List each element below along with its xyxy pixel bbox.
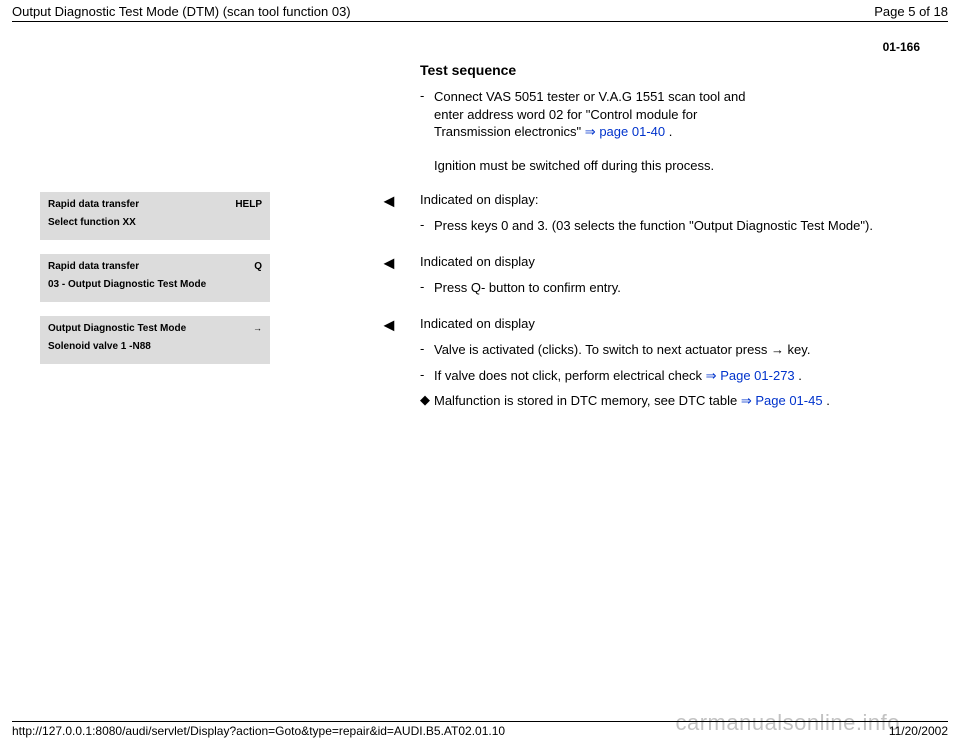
content-area: Test sequence - Connect VAS 5051 tester … <box>0 62 960 410</box>
display3-line1-left: Output Diagnostic Test Mode <box>48 322 186 336</box>
display1-line2: Select function XX <box>48 216 262 230</box>
b3-1-after: key. <box>784 342 811 357</box>
scan-tool-display-1: Rapid data transfer HELP Select function… <box>40 192 270 240</box>
block1-heading: Indicated on display: <box>420 192 920 207</box>
bullet-dash: - <box>420 88 434 141</box>
link-arrow-icon: ⇒ <box>585 124 596 139</box>
arrow-right-icon: → <box>253 322 262 336</box>
header-title: Output Diagnostic Test Mode (DTM) (scan … <box>12 4 351 19</box>
display2-line1-right: Q <box>254 260 262 274</box>
footer-date: 11/20/2002 <box>889 724 948 738</box>
block2-text: Press Q- button to confirm entry. <box>434 279 920 297</box>
step-connect: - Connect VAS 5051 tester or V.A.G 1551 … <box>420 88 760 141</box>
bullet-dash: - <box>420 217 434 235</box>
link-page-01-273[interactable]: Page 01-273 <box>720 368 794 383</box>
link-arrow-icon: ⇒ <box>741 393 752 408</box>
scan-tool-display-3: Output Diagnostic Test Mode → Solenoid v… <box>40 316 270 364</box>
b3-2-before: If valve does not click, perform electri… <box>434 368 706 383</box>
display1-line1-left: Rapid data transfer <box>48 198 139 212</box>
display2-line1-left: Rapid data transfer <box>48 260 139 274</box>
block3-heading: Indicated on display <box>420 316 920 331</box>
bullet-dash: - <box>420 279 434 297</box>
page-header: Output Diagnostic Test Mode (DTM) (scan … <box>0 0 960 21</box>
block2-heading: Indicated on display <box>420 254 920 269</box>
bullet-dash: - <box>420 367 434 385</box>
b3-2-after: . <box>795 368 802 383</box>
page-footer: http://127.0.0.1:8080/audi/servlet/Displ… <box>0 721 960 742</box>
arrow-right-icon: → <box>771 342 784 357</box>
footer-url: http://127.0.0.1:8080/audi/servlet/Displ… <box>12 724 505 738</box>
bullet-diamond-icon: ◆ <box>420 392 434 410</box>
pointer-icon: ◄ <box>380 192 420 210</box>
scan-tool-display-2: Rapid data transfer Q 03 - Output Diagno… <box>40 254 270 302</box>
link-arrow-icon: ⇒ <box>706 368 717 383</box>
display1-line1-right: HELP <box>235 198 262 212</box>
link-page-01-45[interactable]: Page 01-45 <box>755 393 822 408</box>
section-title: Test sequence <box>420 62 760 78</box>
pointer-icon: ◄ <box>380 254 420 272</box>
header-page: Page 5 of 18 <box>874 4 948 19</box>
bullet-dash: - <box>420 341 434 359</box>
b3-1-before: Valve is activated (clicks). To switch t… <box>434 342 771 357</box>
b3-3-before: Malfunction is stored in DTC memory, see… <box>434 393 741 408</box>
b3-3-after: . <box>823 393 830 408</box>
block1-text: Press keys 0 and 3. (03 selects the func… <box>434 217 920 235</box>
page-code: 01-166 <box>0 22 960 54</box>
link-page-01-40[interactable]: page 01-40 <box>599 124 665 139</box>
display2-line2: 03 - Output Diagnostic Test Mode <box>48 278 262 292</box>
pointer-icon: ◄ <box>380 316 420 334</box>
note1-text: Ignition must be switched off during thi… <box>434 158 714 173</box>
note-ignition-off: Ignition must be switched off during thi… <box>420 151 760 175</box>
display3-line2: Solenoid valve 1 -N88 <box>48 340 262 354</box>
step1-text-after: . <box>665 124 672 139</box>
